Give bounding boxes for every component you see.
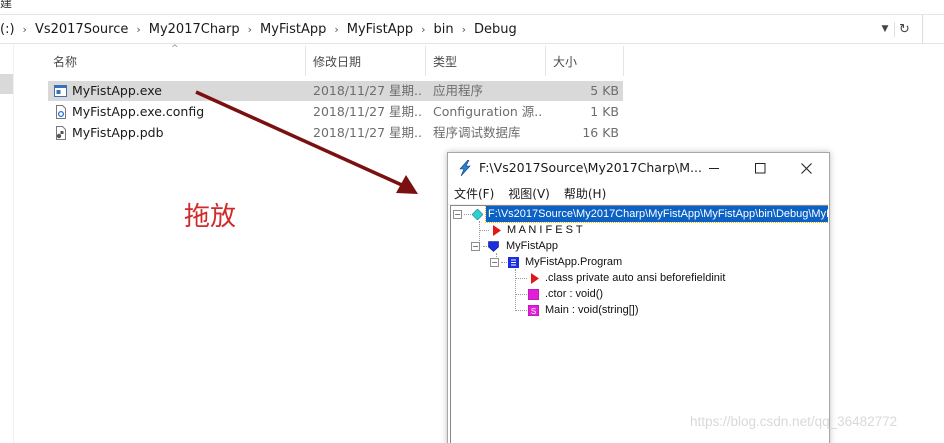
class-icon: [508, 257, 519, 268]
column-header-type[interactable]: 类型: [428, 46, 546, 76]
file-row[interactable]: MyFistApp.pdb 2018/11/27 星期... 程序调试数据库 1…: [48, 123, 623, 143]
column-header-size-label: 大小: [553, 54, 578, 69]
breadcrumb-drive[interactable]: (:): [0, 22, 21, 37]
class-decl-triangle-icon: [531, 273, 539, 284]
file-type: Configuration 源...: [433, 104, 543, 119]
ildasm-tree-view[interactable]: − F:\Vs2017Source\My2017Charp\MyFistApp\…: [450, 205, 828, 443]
top-fragment-text: 建: [0, 0, 13, 10]
breadcrumb-vs2017source[interactable]: Vs2017Source: [29, 22, 134, 37]
tree-connector: [479, 230, 489, 231]
file-size: 16 KB: [582, 125, 619, 140]
column-header-date-label: 修改日期: [313, 54, 362, 69]
watermark: https://blog.csdn.net/qq_36482772: [690, 414, 898, 429]
address-bar[interactable]: (:) › Vs2017Source › My2017Charp › MyFis…: [0, 14, 944, 44]
breadcrumb-separator: ›: [136, 22, 141, 36]
chevron-down-icon[interactable]: ▼: [878, 24, 892, 34]
static-method-icon: S: [528, 305, 539, 316]
svg-text:S: S: [531, 307, 536, 316]
breadcrumb-my2017charp[interactable]: My2017Charp: [143, 22, 246, 37]
breadcrumb-separator: ›: [22, 22, 27, 36]
method-icon: [528, 289, 539, 300]
file-name: MyFistApp.exe.config: [72, 104, 205, 119]
file-size: 1 KB: [590, 104, 619, 119]
breadcrumb-debug[interactable]: Debug: [468, 22, 523, 37]
tree-connector: [515, 269, 516, 311]
close-button[interactable]: [783, 153, 829, 183]
minimize-icon: [708, 167, 719, 169]
nav-selected-item[interactable]: [0, 74, 13, 94]
minimize-button[interactable]: [691, 153, 737, 183]
tree-node-main[interactable]: Main : void(string[]): [545, 302, 639, 318]
tree-connector: [515, 310, 527, 311]
file-date: 2018/11/27 星期...: [313, 104, 421, 119]
tree-node-namespace[interactable]: MyFistApp: [506, 238, 558, 254]
ildasm-title: F:\Vs2017Source\My2017Charp\M...: [479, 160, 702, 175]
breadcrumb-myfistapp-1[interactable]: MyFistApp: [254, 22, 332, 37]
ildasm-menu-bar: 文件(F) 视图(V) 帮助(H): [448, 183, 829, 205]
breadcrumb: (:) › Vs2017Source › My2017Charp › MyFis…: [0, 15, 523, 43]
column-header-date[interactable]: 修改日期: [308, 46, 426, 76]
column-header-type-label: 类型: [433, 54, 458, 69]
file-date: 2018/11/27 星期...: [313, 125, 421, 140]
file-row[interactable]: MyFistApp.exe 2018/11/27 星期... 应用程序 5 KB: [48, 81, 623, 101]
config-file-icon: [56, 105, 66, 119]
pdb-file-icon: [56, 126, 66, 140]
search-box-edge[interactable]: [922, 15, 944, 43]
lightning-icon: [459, 160, 471, 176]
ildasm-window[interactable]: F:\Vs2017Source\My2017Charp\M... 文件(F) 视…: [447, 152, 830, 443]
file-date: 2018/11/27 星期...: [313, 83, 421, 98]
assembly-diamond-icon: [472, 209, 483, 220]
file-name: MyFistApp.pdb: [72, 125, 164, 140]
refresh-icon[interactable]: ↻: [894, 21, 914, 37]
tree-node-manifest[interactable]: M A N I F E S T: [507, 222, 583, 238]
collapse-toggle[interactable]: −: [471, 242, 480, 251]
maximize-button[interactable]: [737, 153, 783, 183]
file-row[interactable]: MyFistApp.exe.config 2018/11/27 星期... Co…: [48, 102, 623, 122]
breadcrumb-myfistapp-2[interactable]: MyFistApp: [341, 22, 419, 37]
tree-node-class-decl[interactable]: .class private auto ansi beforefieldinit: [545, 270, 725, 286]
breadcrumb-separator: ›: [247, 22, 253, 36]
breadcrumb-separator: ›: [461, 22, 467, 36]
ildasm-title-bar[interactable]: F:\Vs2017Source\My2017Charp\M...: [448, 153, 829, 183]
close-icon: [800, 162, 812, 174]
breadcrumb-bin[interactable]: bin: [428, 22, 460, 37]
collapse-toggle[interactable]: −: [453, 210, 462, 219]
file-type: 应用程序: [433, 83, 484, 98]
namespace-shield-icon: [488, 241, 499, 252]
tree-connector: [515, 278, 527, 279]
navigation-pane: [0, 44, 14, 443]
top-strip: 建: [0, 0, 944, 14]
column-header-name[interactable]: 名称: [48, 46, 306, 76]
menu-view[interactable]: 视图(V): [502, 185, 556, 202]
tree-node-root[interactable]: F:\Vs2017Source\My2017Charp\MyFistApp\My…: [484, 206, 828, 223]
tree-node-class[interactable]: MyFistApp.Program: [525, 254, 622, 270]
manifest-triangle-icon: [493, 225, 501, 236]
tree-connector: [515, 294, 527, 295]
address-actions: ▼ ↻: [878, 15, 914, 43]
drag-drop-label: 拖放: [184, 202, 237, 232]
exe-icon: [54, 85, 67, 97]
menu-help[interactable]: 帮助(H): [558, 185, 612, 202]
file-type: 程序调试数据库: [433, 125, 521, 140]
collapse-toggle[interactable]: −: [490, 258, 499, 267]
column-header-name-label: 名称: [53, 54, 78, 69]
breadcrumb-separator: ›: [334, 22, 339, 36]
file-size: 5 KB: [590, 83, 619, 98]
maximize-icon: [754, 162, 765, 173]
file-name: MyFistApp.exe: [72, 83, 162, 98]
column-header-size[interactable]: 大小: [548, 46, 624, 76]
tree-node-ctor[interactable]: .ctor : void(): [545, 286, 603, 302]
menu-file[interactable]: 文件(F): [448, 185, 500, 202]
breadcrumb-separator: ›: [421, 22, 426, 36]
